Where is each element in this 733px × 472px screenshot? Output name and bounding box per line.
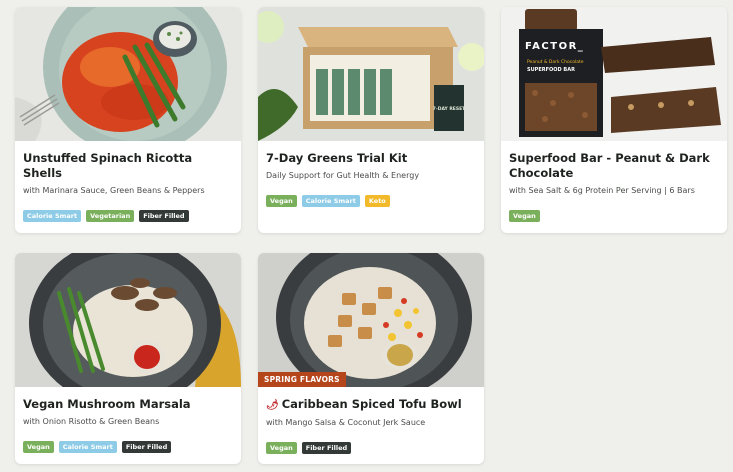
meal-title[interactable]: 7-Day Greens Trial Kit bbox=[266, 151, 476, 166]
meal-subtitle: with Marinara Sauce, Green Beans & Peppe… bbox=[23, 186, 205, 195]
tag-calorie-smart: Calorie Smart bbox=[301, 195, 360, 207]
meal-title[interactable]: Unstuffed Spinach Ricotta Shells bbox=[23, 151, 233, 181]
meal-subtitle: Daily Support for Gut Health & Energy bbox=[266, 171, 420, 180]
tag-list: Vegan bbox=[509, 210, 719, 222]
tag-list: Vegan Calorie Smart Fiber Filled bbox=[23, 441, 233, 453]
meal-card-caribbean-tofu-bowl[interactable]: SPRING FLAVORS 🌶 Caribbean Spiced Tofu Bo… bbox=[258, 253, 484, 464]
meal-title[interactable]: 🌶 Caribbean Spiced Tofu Bowl bbox=[266, 397, 476, 413]
meal-subtitle: with Onion Risotto & Green Beans bbox=[23, 417, 160, 426]
tag-keto: Keto bbox=[364, 195, 390, 207]
tag-calorie-smart: Calorie Smart bbox=[58, 441, 117, 453]
meal-title-text: Caribbean Spiced Tofu Bowl bbox=[281, 397, 462, 411]
pack-flavor: Peanut & Dark Chocolate bbox=[527, 59, 584, 65]
tag-fiber-filled: Fiber Filled bbox=[139, 210, 189, 222]
pack-brand: FACTOR_ bbox=[525, 41, 584, 52]
meal-title[interactable]: Vegan Mushroom Marsala bbox=[23, 397, 233, 412]
meal-image: FACTOR_ Peanut & Dark Chocolate SUPERFOO… bbox=[501, 7, 727, 141]
box-label: 7-DAY RESET bbox=[433, 106, 466, 112]
tag-fiber-filled: Fiber Filled bbox=[301, 442, 352, 454]
meal-image bbox=[15, 253, 241, 387]
tag-list: Vegan Fiber Filled bbox=[266, 442, 476, 454]
tag-list: Calorie Smart Vegetarian Fiber Filled bbox=[23, 210, 233, 222]
meal-subtitle: with Sea Salt & 6g Protein Per Serving |… bbox=[509, 186, 695, 195]
chili-pepper-icon: 🌶 bbox=[266, 400, 279, 411]
tag-fiber-filled: Fiber Filled bbox=[121, 441, 172, 453]
meal-card-spinach-ricotta-shells[interactable]: Unstuffed Spinach Ricotta Shells with Ma… bbox=[15, 7, 241, 233]
spring-flavors-badge: SPRING FLAVORS bbox=[258, 372, 346, 387]
tag-vegan: Vegan bbox=[509, 210, 540, 222]
meal-title[interactable]: Superfood Bar - Peanut & Dark Chocolate bbox=[509, 151, 719, 181]
tag-list: Vegan Calorie Smart Keto bbox=[266, 195, 476, 207]
meal-subtitle: with Mango Salsa & Coconut Jerk Sauce bbox=[266, 418, 426, 427]
meal-card-superfood-bar[interactable]: FACTOR_ Peanut & Dark Chocolate SUPERFOO… bbox=[501, 7, 727, 233]
meal-image: 7-DAY RESET bbox=[258, 7, 484, 141]
meal-image bbox=[15, 7, 241, 141]
tag-vegan: Vegan bbox=[266, 195, 297, 207]
meal-card-mushroom-marsala[interactable]: Vegan Mushroom Marsala with Onion Risott… bbox=[15, 253, 241, 464]
tag-vegetarian: Vegetarian bbox=[86, 210, 135, 222]
meal-card-greens-trial-kit[interactable]: 7-DAY RESET 7-Day Greens Trial Kit Daily… bbox=[258, 7, 484, 233]
tag-calorie-smart: Calorie Smart bbox=[23, 210, 82, 222]
meal-image: SPRING FLAVORS bbox=[258, 253, 484, 387]
pack-name: SUPERFOOD BAR bbox=[527, 67, 575, 73]
tag-vegan: Vegan bbox=[23, 441, 54, 453]
tag-vegan: Vegan bbox=[266, 442, 297, 454]
